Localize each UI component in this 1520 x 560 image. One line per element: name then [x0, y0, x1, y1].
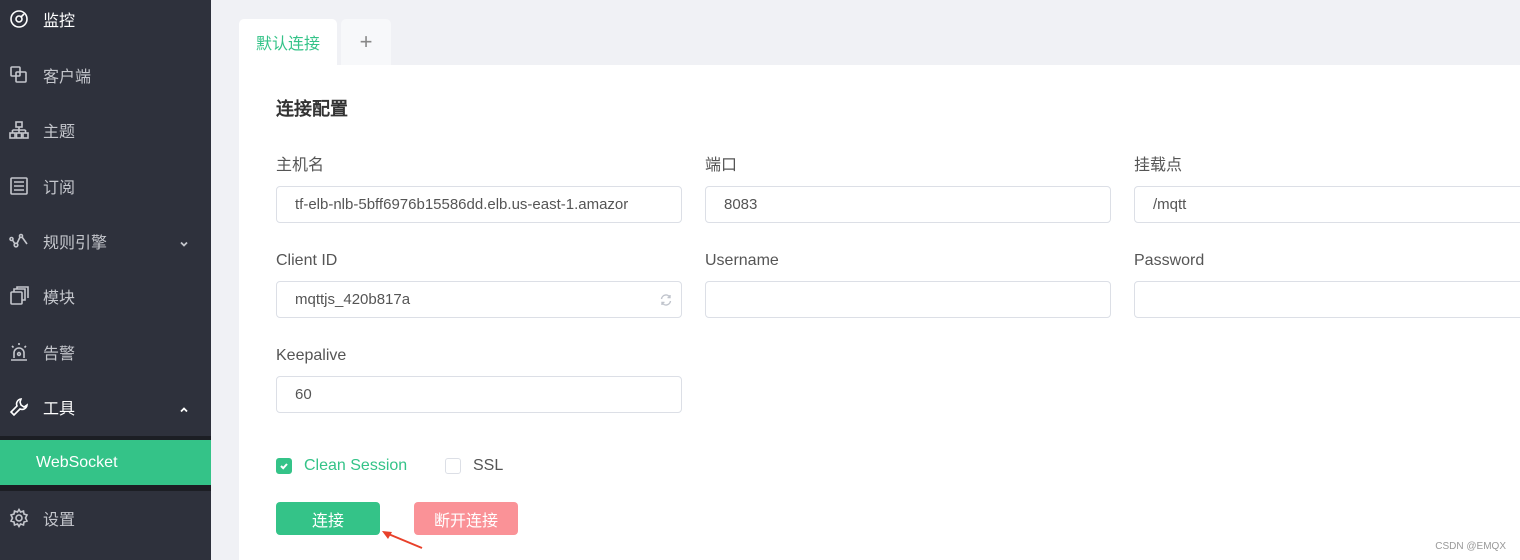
clean-session-checkbox[interactable]: Clean Session [276, 457, 407, 475]
ssl-checkbox[interactable]: SSL [445, 457, 503, 475]
sidebar-item-label: 工具 [43, 401, 76, 418]
watermark: CSDN @EMQX [1435, 541, 1506, 552]
password-field: Password [1134, 250, 1520, 318]
sidebar-item-label: 规则引擎 [43, 235, 108, 252]
sidebar-item-tools[interactable]: 工具 [0, 379, 211, 435]
tools-submenu: WebSocket [0, 436, 211, 491]
disconnect-button[interactable]: 断开连接 [414, 502, 518, 535]
sidebar-item-subscriptions[interactable]: 订阅 [0, 158, 211, 214]
checkbox-checked-icon [276, 458, 292, 474]
clean-session-label: Clean Session [304, 457, 408, 474]
path-input[interactable] [1153, 196, 1520, 213]
password-input[interactable] [1153, 291, 1520, 308]
sidebar-item-clients[interactable]: 客户端 [0, 47, 211, 103]
annotation-arrow-icon [382, 531, 423, 549]
clients-icon [8, 64, 30, 86]
subscriptions-icon [8, 175, 30, 197]
path-label: 挂载点 [1134, 157, 1183, 174]
topics-icon [8, 119, 30, 141]
sidebar-item-label: 监控 [43, 13, 76, 30]
sidebar-item-monitor[interactable]: 监控 [0, 0, 211, 47]
client-id-label: Client ID [276, 252, 338, 269]
sidebar-item-topics[interactable]: 主题 [0, 102, 211, 158]
sidebar-item-label: 模块 [43, 290, 76, 307]
client-id-field: Client ID [276, 250, 682, 318]
ssl-label: SSL [473, 457, 504, 474]
keepalive-input[interactable] [295, 386, 681, 403]
wrench-icon [8, 396, 30, 418]
sidebar: 监控 客户端 主题 订阅 规则引擎 模块 告警 工具 WebSocket 设置 [0, 0, 211, 560]
port-input[interactable] [724, 196, 1110, 213]
sidebar-item-rule-engine[interactable]: 规则引擎 [0, 213, 211, 269]
keepalive-label: Keepalive [276, 347, 347, 364]
modules-icon [8, 285, 30, 307]
section-title: 连接配置 [276, 99, 348, 119]
host-input[interactable] [295, 196, 681, 213]
chevron-down-icon [179, 236, 189, 247]
refresh-icon[interactable] [659, 293, 673, 307]
sidebar-item-alarms[interactable]: 告警 [0, 324, 211, 380]
sidebar-item-label: 客户端 [43, 69, 92, 86]
username-label: Username [705, 252, 779, 269]
port-field: 端口 [705, 155, 1111, 223]
host-field: 主机名 [276, 155, 682, 223]
username-field: Username [705, 250, 1111, 318]
gear-icon [8, 507, 30, 529]
chevron-up-icon [179, 402, 189, 413]
username-input[interactable] [724, 291, 1110, 308]
dashboard-icon [8, 8, 30, 30]
sidebar-item-websocket[interactable]: WebSocket [0, 440, 211, 485]
path-field: 挂载点 [1134, 155, 1520, 223]
add-tab-button[interactable]: + [341, 19, 391, 65]
sidebar-item-label: 订阅 [43, 180, 76, 197]
connection-config-card: 连接配置 主机名 端口 挂载点 Client ID Username Passw… [239, 65, 1520, 560]
checkbox-unchecked-icon [445, 458, 461, 474]
sidebar-item-modules[interactable]: 模块 [0, 268, 211, 324]
rule-engine-icon [8, 230, 30, 252]
sidebar-item-label: 告警 [43, 346, 76, 363]
alarm-icon [8, 341, 30, 363]
sidebar-item-label: 设置 [43, 512, 76, 529]
password-label: Password [1134, 252, 1205, 269]
host-label: 主机名 [276, 157, 325, 174]
port-label: 端口 [705, 157, 738, 174]
sidebar-item-settings[interactable]: 设置 [0, 490, 211, 546]
tab-default-connection[interactable]: 默认连接 [239, 19, 337, 65]
keepalive-field: Keepalive [276, 345, 682, 413]
connect-button[interactable]: 连接 [276, 502, 380, 535]
client-id-input[interactable] [295, 291, 681, 308]
sidebar-item-label: 主题 [43, 124, 76, 141]
